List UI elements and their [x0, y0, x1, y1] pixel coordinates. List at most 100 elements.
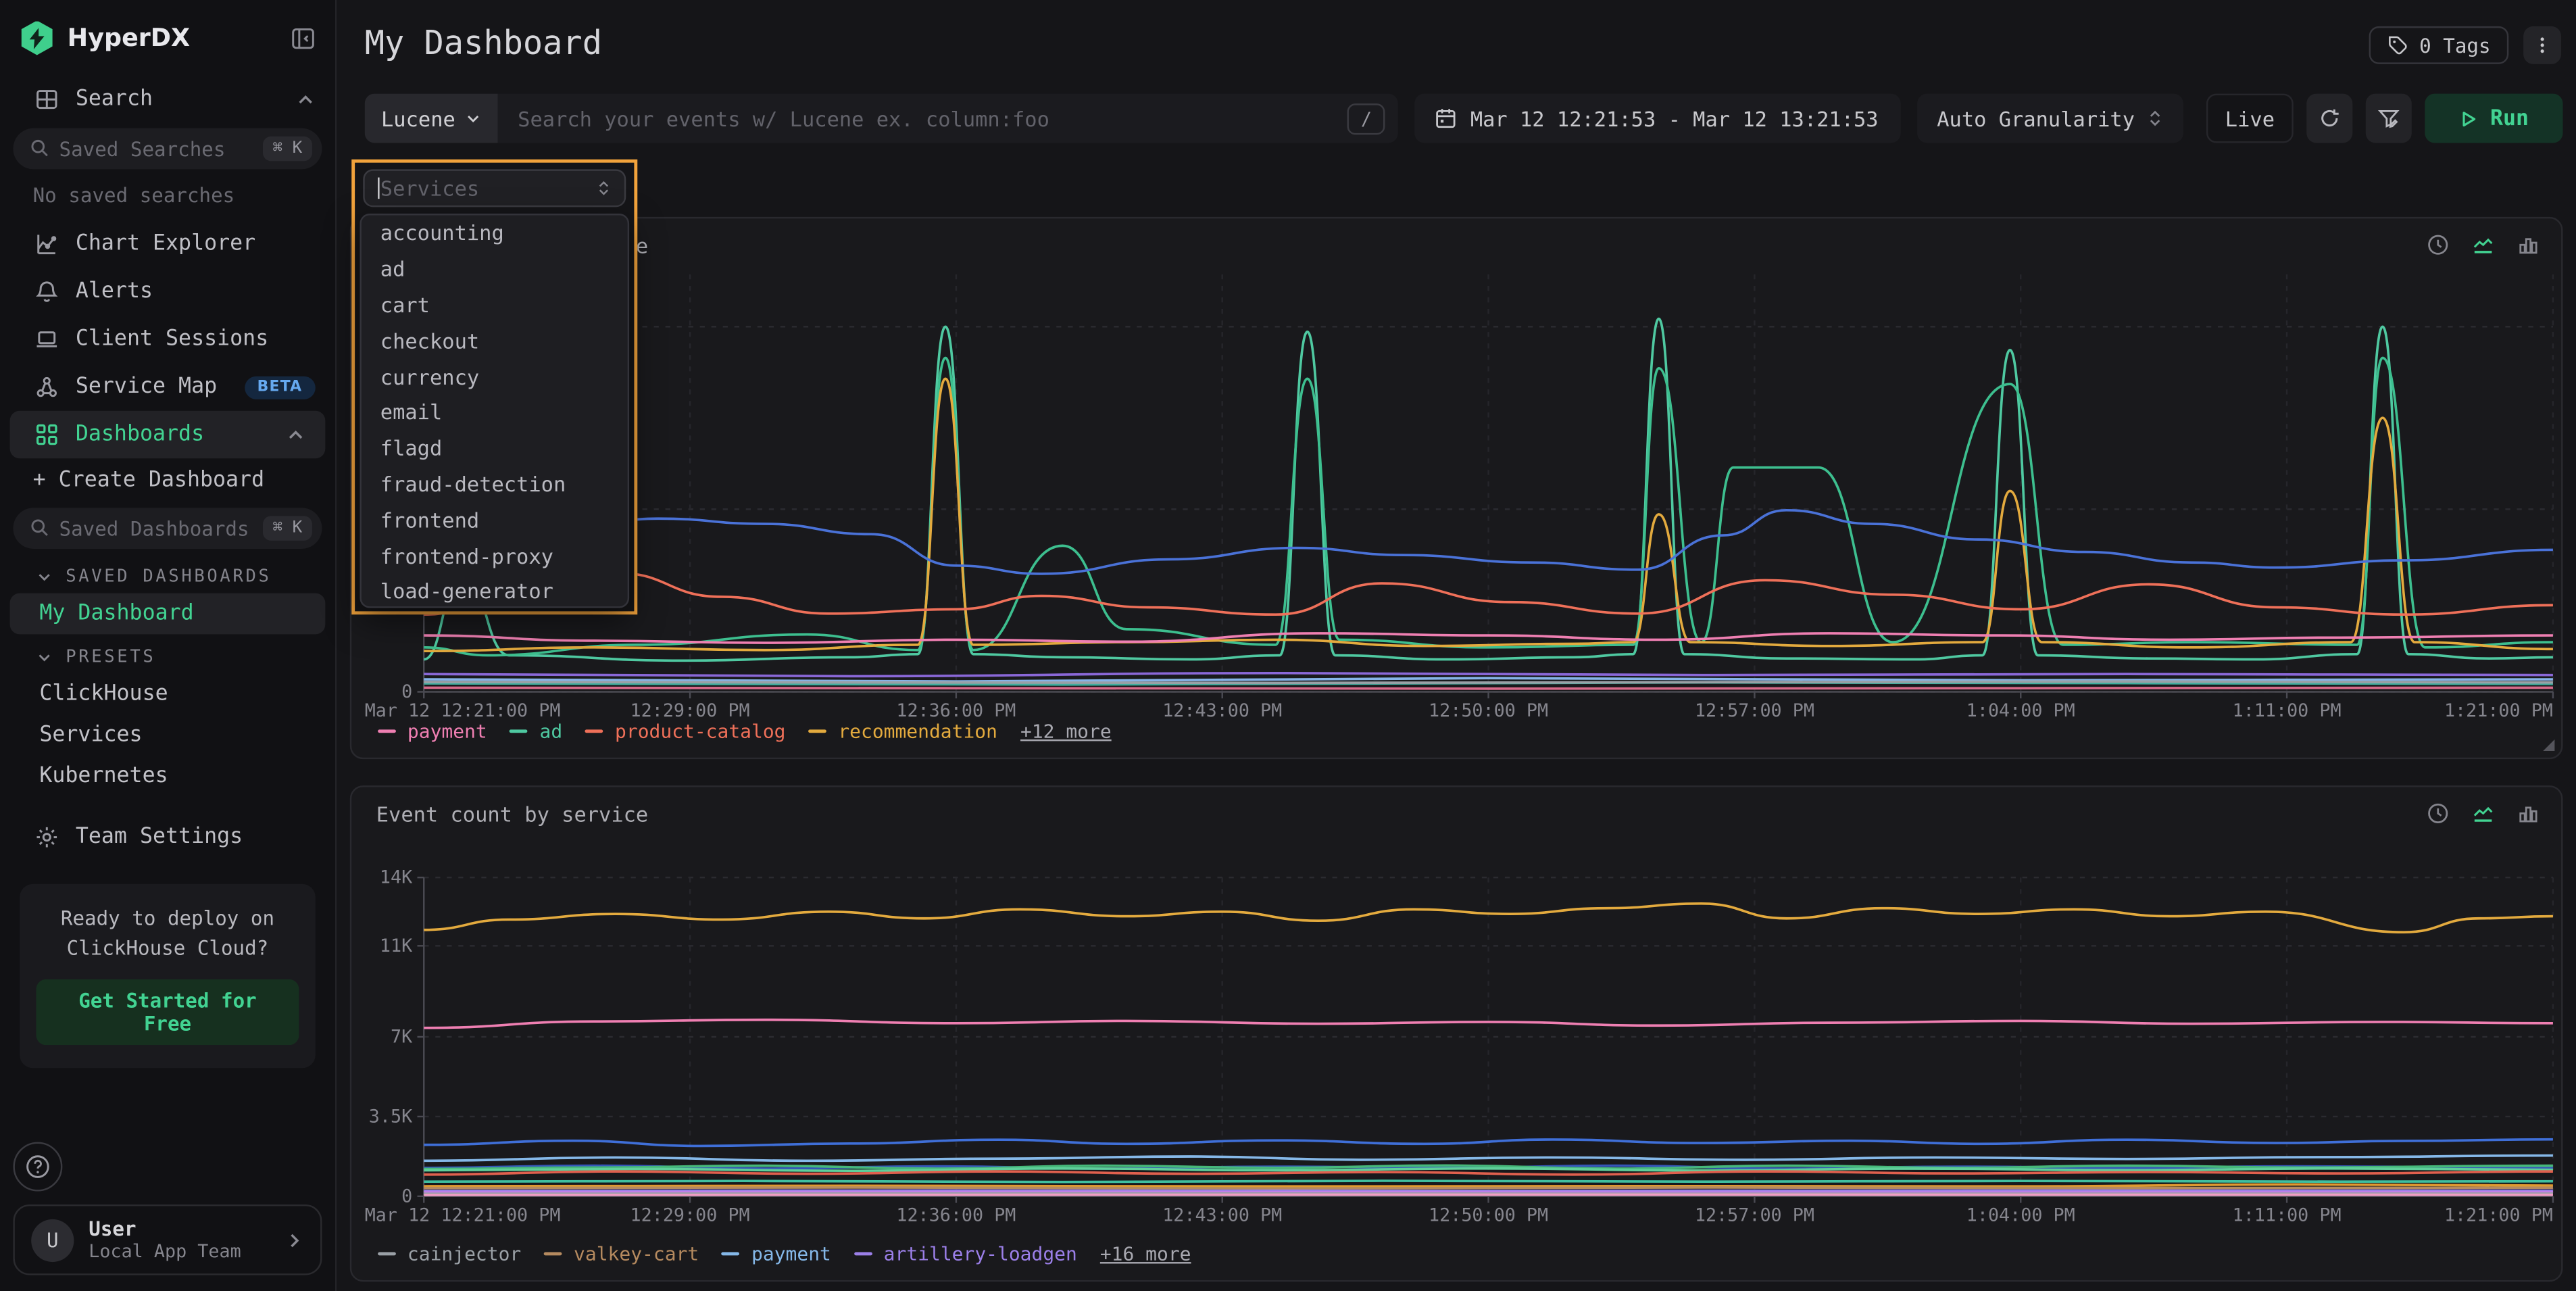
filter-bar: Lucene / Mar 12 12:21:53 - Mar 12 13:21:…	[365, 94, 2563, 143]
clock-icon[interactable]	[2427, 800, 2450, 831]
services-option[interactable]: cart	[361, 287, 627, 322]
sidebar-item-service-map[interactable]: Service Map BETA	[0, 363, 335, 411]
saved-searches-search[interactable]: ⌘ K	[13, 128, 322, 170]
preset-item[interactable]: Kubernetes	[0, 756, 335, 797]
sidebar-item-search[interactable]: Search	[0, 76, 335, 124]
services-combobox[interactable]: Services	[362, 169, 625, 207]
text-caret	[377, 178, 378, 199]
svg-text:12:50:00 PM: 12:50:00 PM	[1429, 700, 1548, 718]
legend-item[interactable]: cainjector	[378, 1242, 521, 1265]
svg-text:Mar 12 12:21:00 PM: Mar 12 12:21:00 PM	[365, 1204, 561, 1225]
services-option[interactable]: flagd	[361, 430, 627, 466]
sidebar-item-label: Alerts	[76, 279, 316, 303]
preset-item[interactable]: Services	[0, 715, 335, 756]
saved-dashboards-input[interactable]	[59, 517, 253, 540]
saved-dashboards-section[interactable]: SAVED DASHBOARDS	[0, 554, 335, 593]
svg-text:1:11:00 PM: 1:11:00 PM	[2233, 700, 2342, 718]
search-icon	[30, 513, 49, 544]
table-icon	[33, 87, 59, 112]
search-icon	[30, 133, 49, 164]
legend-item[interactable]: recommendation	[809, 720, 997, 743]
legend-item[interactable]: artillery-loadgen	[854, 1242, 1077, 1265]
sidebar-item-team-settings[interactable]: Team Settings	[0, 813, 335, 861]
granularity-select[interactable]: Auto Granularity	[1917, 94, 2183, 143]
sidebar-item-dashboards[interactable]: Dashboards	[10, 411, 326, 459]
svg-text:0: 0	[401, 1186, 412, 1207]
resize-handle[interactable]	[2543, 739, 2554, 751]
time-range-picker[interactable]: Mar 12 12:21:53 - Mar 12 13:21:53	[1414, 94, 1901, 143]
services-option[interactable]: frontend-proxy	[361, 537, 627, 573]
help-button[interactable]	[13, 1142, 62, 1192]
chart-2-plot[interactable]: 03.5K7K11K14KMar 12 12:21:00 PM12:29:00 …	[362, 864, 2563, 1242]
svg-text:1:21:00 PM: 1:21:00 PM	[2444, 1204, 2553, 1225]
chart-panel-1: Event count by service 0Mar 12 12:21:00 …	[350, 217, 2563, 759]
services-option[interactable]: fraud-detection	[361, 466, 627, 502]
live-button[interactable]: Live	[2206, 94, 2294, 143]
event-search-input[interactable]	[518, 106, 1335, 130]
app-root: HyperDX Search ⌘ K No saved searches	[0, 0, 2576, 1291]
filter-edit-button[interactable]	[2366, 94, 2412, 143]
legend-item[interactable]: valkey-cart	[544, 1242, 699, 1265]
query-language-select[interactable]: Lucene	[365, 94, 498, 143]
chevron-up-icon	[296, 89, 316, 109]
event-search-box[interactable]: /	[498, 94, 1398, 143]
bar-chart-icon[interactable]	[2517, 800, 2540, 831]
get-started-button[interactable]: Get Started for Free	[36, 979, 299, 1045]
calendar-icon	[1434, 107, 1457, 130]
services-option[interactable]: accounting	[361, 215, 627, 251]
services-option[interactable]: currency	[361, 358, 627, 394]
clock-icon[interactable]	[2427, 232, 2450, 263]
services-option[interactable]: email	[361, 394, 627, 430]
updown-chevron-icon	[2148, 108, 2163, 128]
more-options-button[interactable]	[2523, 26, 2561, 64]
create-dashboard-label: + Create Dashboard	[33, 468, 316, 493]
services-option[interactable]: frontend	[361, 502, 627, 537]
legend-item[interactable]: ad	[510, 720, 562, 743]
create-dashboard-button[interactable]: + Create Dashboard	[0, 458, 335, 503]
run-button[interactable]: Run	[2425, 94, 2562, 143]
line-chart-icon[interactable]	[2471, 232, 2495, 263]
collapse-sidebar-icon[interactable]	[291, 26, 315, 50]
page-title: My Dashboard	[365, 23, 602, 62]
svg-text:7K: 7K	[391, 1027, 412, 1048]
dashboards-grid-icon	[33, 422, 59, 447]
svg-text:12:43:00 PM: 12:43:00 PM	[1162, 1204, 1282, 1225]
saved-dashboards-search[interactable]: ⌘ K	[13, 508, 322, 549]
saved-searches-input[interactable]	[59, 137, 253, 160]
legend-swatch	[585, 729, 603, 733]
filter-icon	[2377, 107, 2400, 130]
line-chart-icon[interactable]	[2471, 800, 2495, 831]
presets-section[interactable]: PRESETS	[0, 634, 335, 673]
sidebar-item-chart-explorer[interactable]: Chart Explorer	[0, 220, 335, 268]
sidebar-item-client-sessions[interactable]: Client Sessions	[0, 316, 335, 364]
user-name: User	[89, 1217, 269, 1240]
sidebar-item-alerts[interactable]: Alerts	[0, 268, 335, 316]
legend-item[interactable]: payment	[378, 720, 487, 743]
tag-icon	[2387, 34, 2408, 56]
refresh-icon	[2318, 107, 2341, 130]
bar-chart-icon[interactable]	[2517, 232, 2540, 263]
legend-item[interactable]: payment	[722, 1242, 831, 1265]
preset-item[interactable]: ClickHouse	[0, 674, 335, 715]
refresh-button[interactable]	[2306, 94, 2352, 143]
shortcut-badge: ⌘ K	[263, 516, 312, 540]
sidebar: HyperDX Search ⌘ K No saved searches	[0, 0, 337, 1291]
user-menu[interactable]: U User Local App Team	[13, 1204, 322, 1275]
chart-1-plot[interactable]: 0Mar 12 12:21:00 PM12:29:00 PM12:36:00 P…	[362, 264, 2563, 718]
legend-item[interactable]: product-catalog	[585, 720, 785, 743]
sidebar-item-my-dashboard[interactable]: My Dashboard	[10, 593, 326, 635]
tags-button[interactable]: 0 Tags	[2369, 26, 2509, 64]
no-saved-searches-note: No saved searches	[0, 174, 335, 220]
main-content: My Dashboard 0 Tags Lucene /	[337, 0, 2576, 1291]
svg-text:14K: 14K	[380, 867, 412, 888]
svg-text:12:57:00 PM: 12:57:00 PM	[1695, 700, 1814, 718]
chart-explorer-icon	[33, 232, 59, 256]
kebab-icon	[2531, 34, 2553, 56]
legend-more-link[interactable]: +12 more	[1020, 720, 1112, 743]
legend-more-link[interactable]: +16 more	[1100, 1242, 1191, 1265]
services-option[interactable]: ad	[361, 251, 627, 287]
legend-swatch	[378, 1252, 396, 1255]
cloud-card-text: Ready to deploy on ClickHouse Cloud?	[36, 904, 299, 963]
services-option[interactable]: load-generator	[361, 573, 627, 608]
services-option[interactable]: checkout	[361, 322, 627, 358]
